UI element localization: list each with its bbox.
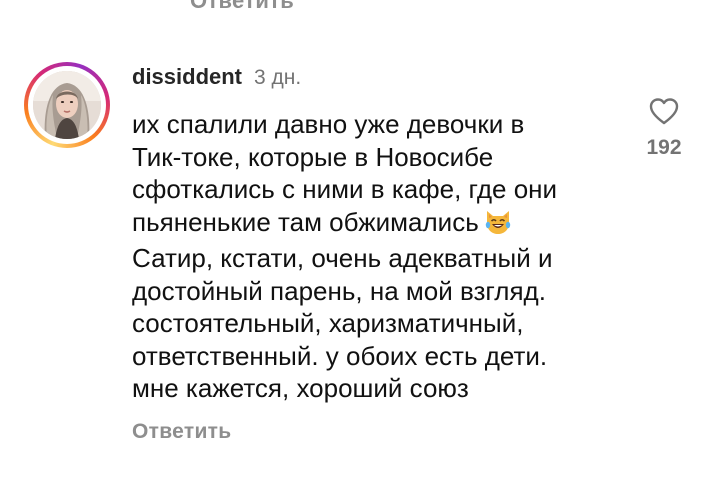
comment-line: состоятельный, харизматичный, [132,308,524,338]
comment-line: ответственный. у обоих есть дети. [132,340,548,371]
like-count: 192 [646,136,682,159]
comment-line: Сатир, кстати, очень адекватный и [132,243,553,273]
avatar-photo [33,71,101,139]
comment-line-text: пьяненькие там обжимались [132,206,479,237]
comment-line: их спалили давно уже девочки в [132,109,525,139]
comment-thread: Ответить dissiddent 3 дн. их спалили дав… [0,0,720,479]
username[interactable]: dissiddent [132,64,242,90]
crying-laughing-cat-emoji-icon [483,207,513,243]
heart-outline-icon[interactable] [648,96,680,126]
avatar-ring-gap [28,66,106,144]
previous-reply-button[interactable]: Ответить [190,0,294,14]
comment-text: их спалили давно уже девочки в Тик-токе,… [132,108,602,405]
timestamp: 3 дн. [254,66,302,89]
comment-line: Тик-токе, которые в Новосибе [132,141,494,172]
comment-line: мне кажется, хороший союз [132,373,469,403]
avatar-story-ring[interactable] [24,62,110,148]
avatar[interactable] [33,71,101,139]
comment-line: сфоткались с ними в кафе, где они [132,174,558,204]
comment-line: достойный парень, на мой взгляд. [132,275,546,306]
comment-line-with-emoji: пьяненькие там обжимались [132,206,602,243]
like-control: 192 [636,96,692,160]
reply-button[interactable]: Ответить [132,420,231,444]
comment: dissiddent 3 дн. их спалили давно уже де… [132,64,602,405]
comment-meta: dissiddent 3 дн. [132,64,602,100]
